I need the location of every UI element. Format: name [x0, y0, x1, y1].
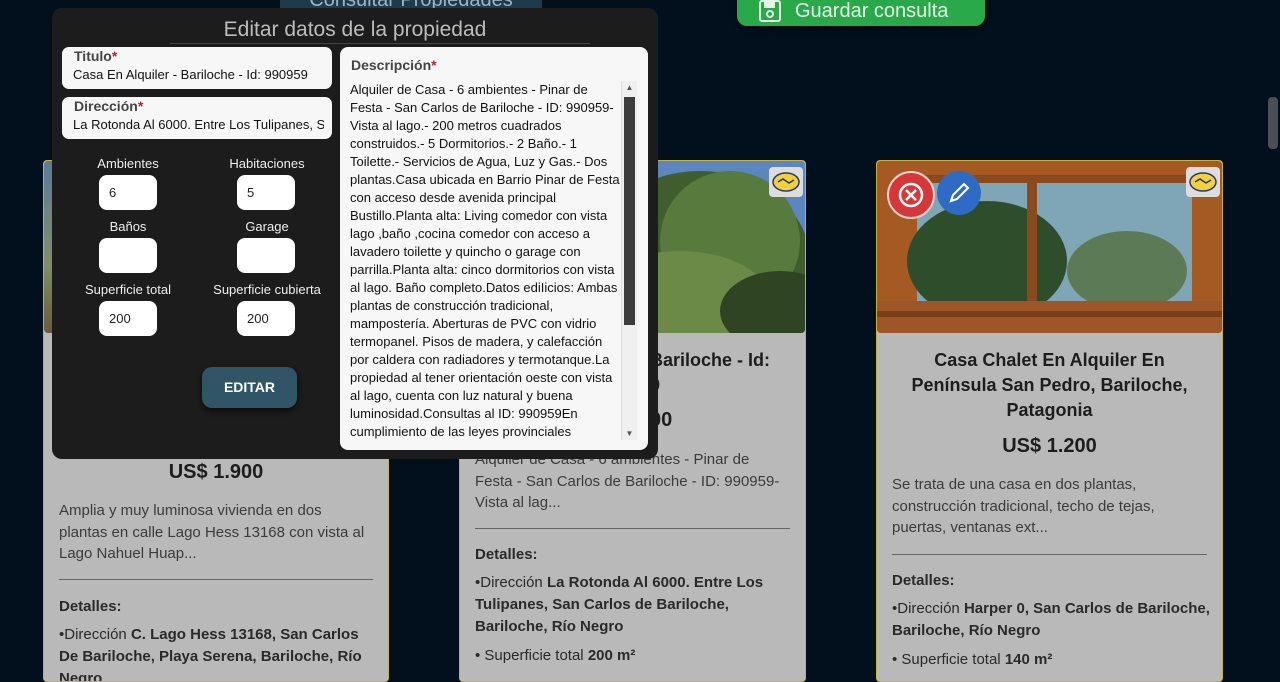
- card-description: Amplia y muy luminosa vivienda en dos pl…: [59, 502, 365, 562]
- required-mark: *: [111, 48, 118, 64]
- card-description: Se trata de una casa en dos plantas, con…: [892, 476, 1155, 536]
- banos-label: Baños: [109, 219, 147, 234]
- textarea-scrollbar-thumb[interactable]: [624, 97, 635, 325]
- superficie-cubierta-input[interactable]: 200: [237, 301, 295, 336]
- edit-property-button[interactable]: [937, 171, 981, 215]
- edit-property-modal: Editar datos de la propiedad Titulo* Cas…: [52, 8, 658, 459]
- pencil-icon: [949, 182, 970, 203]
- modal-title-divider: [170, 43, 590, 44]
- address-prefix: •Dirección: [475, 574, 547, 591]
- card-divider: [892, 554, 1207, 555]
- descripcion-text: Alquiler de Casa - 6 ambientes - Pinar d…: [350, 82, 620, 439]
- habitaciones-input[interactable]: 5: [237, 175, 295, 210]
- handshake-icon: [1189, 172, 1217, 192]
- card-surface: • Superficie total 200 m²: [475, 645, 795, 667]
- titulo-label: Titulo*: [74, 48, 117, 64]
- card-price: US$ 1.900: [168, 461, 264, 483]
- save-query-label: Guardar consulta: [795, 0, 949, 22]
- floppy-icon: [759, 0, 781, 22]
- descripcion-label-text: Descripción: [351, 57, 432, 73]
- required-mark: *: [431, 57, 437, 73]
- mercadolibre-badge: [1186, 167, 1220, 197]
- card-details-label: Detalles:: [892, 572, 955, 589]
- card-price: 00: [650, 409, 673, 431]
- required-mark: *: [137, 98, 144, 114]
- titulo-label-text: Titulo: [74, 48, 112, 64]
- card-address: •Dirección Harper 0, San Carlos de Baril…: [892, 598, 1212, 642]
- mercadolibre-badge: [769, 167, 803, 197]
- card-price: US$ 1.200: [1002, 435, 1097, 457]
- superficie-total-label: Superficie total: [85, 282, 171, 297]
- surface-value: 200 m²: [587, 647, 636, 664]
- garage-input[interactable]: [237, 238, 295, 273]
- scroll-down-arrow-icon[interactable]: ▼: [625, 429, 634, 438]
- card-title: Casa Chalet En Alquiler En Península San…: [911, 350, 1188, 420]
- titulo-input[interactable]: Casa En Alquiler - Bariloche - Id: 99095…: [73, 67, 324, 82]
- direccion-label-text: Dirección: [74, 98, 138, 114]
- card-details-label: Detalles:: [475, 546, 538, 563]
- garage-label: Garage: [245, 219, 289, 234]
- titulo-field[interactable]: Titulo* Casa En Alquiler - Bariloche - I…: [62, 47, 332, 89]
- surface-value: 140 m²: [1004, 651, 1053, 668]
- superficie-cubierta-label: Superficie cubierta: [213, 282, 321, 297]
- superficie-total-input[interactable]: 200: [99, 301, 157, 336]
- edit-submit-button[interactable]: EDITAR: [202, 367, 297, 408]
- card-details-label: Detalles:: [59, 598, 122, 615]
- surface-prefix: • Superficie total: [475, 647, 588, 664]
- card-title: Bariloche - Id:: [650, 350, 771, 370]
- direccion-label: Dirección*: [74, 98, 143, 114]
- card-address: •Dirección C. Lago Hess 13168, San Carlo…: [59, 624, 378, 681]
- scroll-up-arrow-icon[interactable]: ▲: [625, 83, 634, 92]
- address-prefix: •Dirección: [59, 626, 131, 643]
- card-title-line2: 9: [650, 373, 805, 398]
- page-scrollbar[interactable]: [1264, 0, 1280, 661]
- descripcion-field: Descripción* Alquiler de Casa - 6 ambien…: [340, 47, 648, 450]
- card-divider: [475, 528, 790, 529]
- descripcion-textarea[interactable]: Alquiler de Casa - 6 ambientes - Pinar d…: [350, 81, 636, 440]
- modal-title: Editar datos de la propiedad: [223, 18, 487, 41]
- descripcion-label: Descripción*: [351, 57, 437, 73]
- property-card-3: Casa Chalet En Alquiler En Península San…: [876, 160, 1223, 682]
- card-surface: • Superficie total 140 m²: [892, 649, 1212, 671]
- surface-prefix: • Superficie total: [892, 651, 1005, 668]
- save-query-button[interactable]: Guardar consulta: [737, 0, 985, 26]
- direccion-input[interactable]: La Rotonda Al 6000. Entre Los Tulipanes,…: [73, 117, 324, 132]
- ambientes-input[interactable]: 6: [99, 175, 157, 210]
- direccion-field[interactable]: Dirección* La Rotonda Al 6000. Entre Los…: [62, 97, 332, 139]
- delete-property-button[interactable]: [887, 171, 935, 219]
- ambientes-label: Ambientes: [97, 156, 159, 171]
- close-icon: [898, 182, 924, 208]
- card-divider: [59, 579, 373, 580]
- habitaciones-label: Habitaciones: [229, 156, 305, 171]
- address-prefix: •Dirección: [892, 600, 964, 617]
- card-address: •Dirección La Rotonda Al 6000. Entre Los…: [475, 572, 795, 638]
- banos-input[interactable]: [99, 238, 157, 273]
- handshake-icon: [772, 172, 800, 192]
- textarea-scrollbar[interactable]: ▲ ▼: [621, 81, 637, 440]
- page-scrollbar-thumb[interactable]: [1268, 97, 1278, 149]
